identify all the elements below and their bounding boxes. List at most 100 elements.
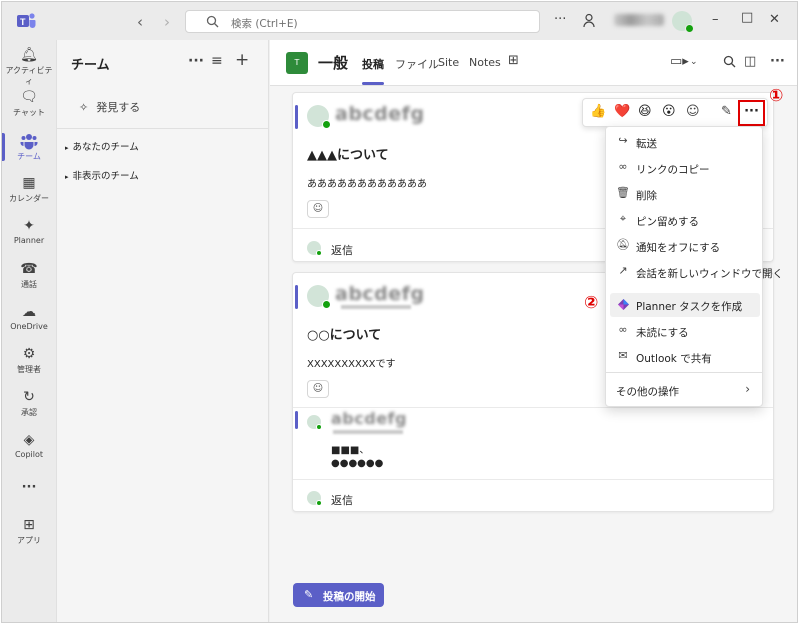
start-post-label: 投稿の開始 <box>323 591 376 603</box>
presence-indicator <box>322 120 331 129</box>
menu-item-delete[interactable]: 🗑︎ 削除 <box>610 182 760 206</box>
menu-item-label: Outlook で共有 <box>636 353 712 365</box>
reply-button[interactable]: 返信 <box>331 242 353 258</box>
title-bar: T ‹ › 検索 (Ctrl+E) ··· – □ ✕ <box>2 2 797 40</box>
presence-indicator <box>685 24 694 33</box>
user-avatar[interactable] <box>672 11 694 33</box>
link-icon: ∞ <box>618 160 628 173</box>
teams-icon <box>20 134 38 150</box>
menu-item-forward[interactable]: ↪ 転送 <box>610 130 760 154</box>
discover-button[interactable]: ✧ 発見する <box>79 99 140 115</box>
rail-item-activity[interactable]: 🔔︎ アクティビティ <box>2 46 56 87</box>
panel-icon[interactable]: ◫ <box>744 54 756 69</box>
heart-icon[interactable]: ❤️ <box>614 104 630 119</box>
rail-item-chat[interactable]: 🗨︎ チャット <box>2 88 56 118</box>
search-icon <box>206 15 219 28</box>
maximize-icon[interactable]: □ <box>741 10 753 25</box>
rail-item-copilot[interactable]: ◈ Copilot <box>2 431 56 459</box>
avatar <box>307 491 322 506</box>
post-title: ○○について <box>307 328 382 343</box>
svg-text:T: T <box>20 17 26 27</box>
group-your-teams[interactable]: ▸ あなたのチーム <box>65 139 139 153</box>
more-options-icon[interactable]: ··· <box>188 53 204 69</box>
blurred-reply-author: abcdefg <box>331 409 407 428</box>
thumbs-up-icon[interactable]: 👍 <box>590 104 606 119</box>
rail-item-admin[interactable]: ⚙︎ 管理者 <box>2 345 56 375</box>
tab-notes[interactable]: Notes <box>469 56 501 69</box>
rail-item-apps[interactable]: ⊞ アプリ <box>2 516 56 546</box>
add-icon[interactable]: + <box>235 50 249 70</box>
menu-item-mark-unread[interactable]: ∞ 未読にする <box>610 319 760 343</box>
group-label: あなたのチーム <box>72 142 139 153</box>
caret-right-icon: ▸ <box>65 144 69 152</box>
teams-logo-icon[interactable]: T <box>16 12 36 30</box>
chevron-right-icon: › <box>745 382 750 396</box>
avatar[interactable] <box>307 285 331 309</box>
laugh-icon[interactable]: 😆 <box>638 104 652 119</box>
close-icon[interactable]: ✕ <box>769 12 780 27</box>
forward-arrow-icon[interactable]: › <box>164 13 170 31</box>
add-reaction-icon[interactable]: ☺︎ <box>686 104 700 119</box>
more-options-icon[interactable]: ··· <box>554 12 566 27</box>
menu-item-label: その他の操作 <box>616 386 679 398</box>
blurred-user-name <box>614 14 664 26</box>
surprised-icon[interactable]: 😮 <box>662 104 676 119</box>
back-arrow-icon[interactable]: ‹ <box>137 13 143 31</box>
rail-item-planner[interactable]: ✦ Planner <box>2 217 56 245</box>
menu-item-mute[interactable]: 🔕︎ 通知をオフにする <box>610 234 760 258</box>
divider <box>293 407 773 408</box>
menu-item-create-planner-task[interactable]: Planner タスクを作成 <box>610 293 760 317</box>
menu-item-open-new-window[interactable]: ↗ 会話を新しいウィンドウで開く <box>610 260 783 284</box>
post-title: ▲▲▲について <box>307 148 389 163</box>
annotation-marker-1: ① <box>769 86 784 106</box>
teams-list-pane: チーム ··· ≡ + ✧ 発見する ▸ あなたのチーム ▸ 非表示のチーム <box>56 40 269 622</box>
teams-window: T ‹ › 検索 (Ctrl+E) ··· – □ ✕ 🔔︎ アクティビティ 🗨… <box>1 1 798 623</box>
group-hidden-teams[interactable]: ▸ 非表示のチーム <box>65 168 139 182</box>
bell-icon: 🔔︎ <box>20 47 38 63</box>
add-tab-icon[interactable]: ⊞ <box>508 53 519 68</box>
people-icon[interactable] <box>583 13 597 28</box>
video-icon[interactable]: ▭▸ <box>670 54 689 69</box>
rail-item-approvals[interactable]: ↻ 承認 <box>2 388 56 418</box>
rail-item-calls[interactable]: ☎︎ 通話 <box>2 260 56 290</box>
search-input[interactable]: 検索 (Ctrl+E) <box>185 10 540 33</box>
menu-item-label: 未読にする <box>636 327 689 339</box>
filter-icon[interactable]: ≡ <box>211 53 223 69</box>
post-accent-bar <box>295 285 298 309</box>
divider <box>606 372 762 373</box>
blurred-timestamp <box>341 305 411 309</box>
glasses-icon: ∞ <box>618 323 628 336</box>
minimize-icon[interactable]: – <box>712 12 719 27</box>
rail-item-more[interactable]: ··· <box>2 480 56 495</box>
avatar[interactable] <box>307 105 331 129</box>
menu-item-more-actions[interactable]: その他の操作 › <box>610 378 760 402</box>
menu-item-pin[interactable]: ⌖ ピン留めする <box>610 208 760 232</box>
planner-icon <box>618 299 629 310</box>
blurred-author-name: abcdefg <box>335 103 425 125</box>
chevron-down-icon[interactable]: ⌄ <box>690 57 698 67</box>
add-reaction-button[interactable]: ☺︎ <box>307 380 329 398</box>
emoji-add-icon: ☺︎ <box>312 383 324 394</box>
bell-off-icon: 🔕︎ <box>616 238 630 251</box>
tab-posts[interactable]: 投稿 <box>362 56 384 72</box>
rail-item-onedrive[interactable]: ☁︎ OneDrive <box>2 303 56 331</box>
rail-item-teams[interactable]: チーム <box>2 132 56 162</box>
blurred-timestamp <box>333 430 403 434</box>
reply-button[interactable]: 返信 <box>331 492 353 508</box>
channel-avatar: T <box>286 52 308 74</box>
rail-label: チーム <box>17 152 41 161</box>
tab-files[interactable]: ファイル <box>395 56 439 72</box>
edit-icon[interactable]: ✎ <box>721 104 732 119</box>
rail-item-calendar[interactable]: ▦ カレンダー <box>2 174 56 204</box>
admin-icon: ⚙︎ <box>22 346 36 362</box>
sparkle-icon: ✧ <box>79 101 89 114</box>
add-reaction-button[interactable]: ☺︎ <box>307 200 329 218</box>
menu-item-copy-link[interactable]: ∞ リンクのコピー <box>610 156 760 180</box>
start-post-button[interactable]: ✎ 投稿の開始 <box>293 583 384 607</box>
menu-item-share-outlook[interactable]: ✉ Outlook で共有 <box>610 345 760 369</box>
menu-item-label: ピン留めする <box>636 216 699 228</box>
search-icon[interactable] <box>723 55 736 68</box>
tab-site[interactable]: Site <box>438 56 459 69</box>
more-actions-button[interactable]: ··· <box>738 100 765 126</box>
more-options-icon[interactable]: ··· <box>770 54 785 69</box>
